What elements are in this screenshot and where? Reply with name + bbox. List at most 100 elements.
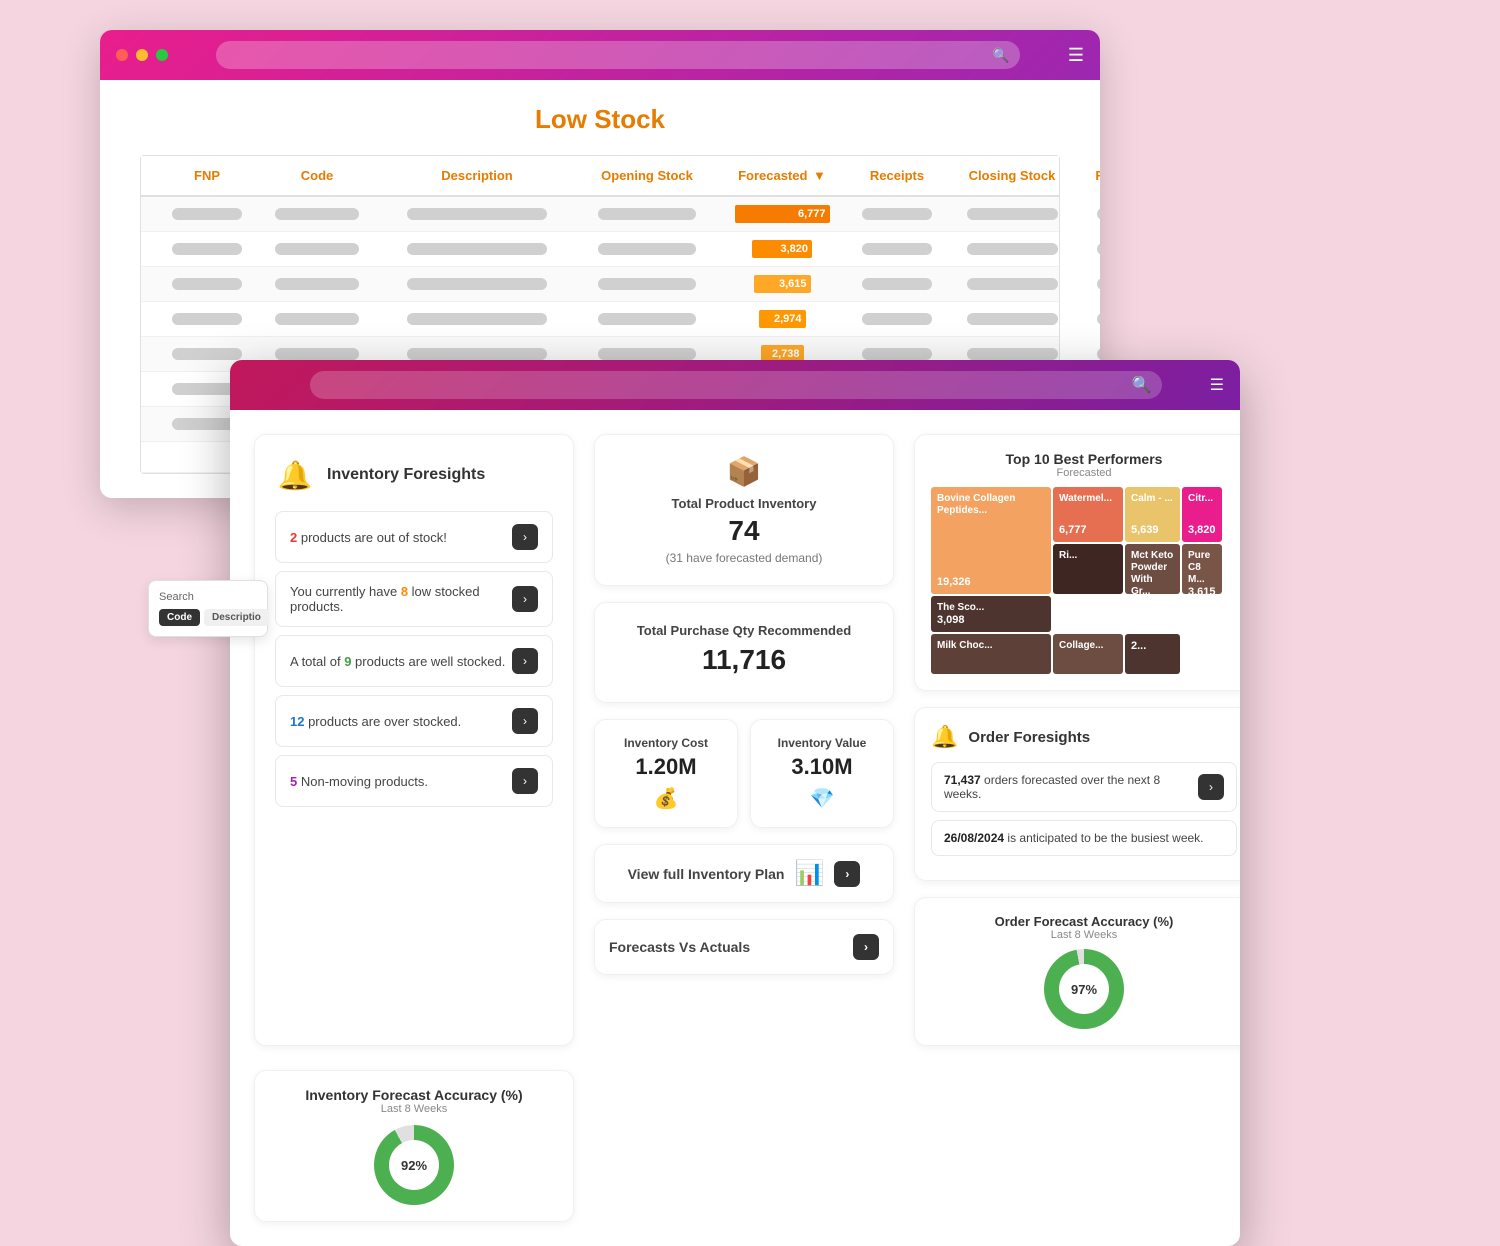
order-foresight-item-2: 26/08/2024 is anticipated to be the busi… <box>931 820 1237 856</box>
order-foresight-item-1[interactable]: 71,437 orders forecasted over the next 8… <box>931 762 1237 812</box>
treemap-label-9: Milk Choc... <box>937 640 1045 652</box>
search-tags: Code Descriptio <box>159 609 257 626</box>
foresight-arrow-2[interactable]: › <box>512 586 538 612</box>
view-inventory-plan-button[interactable]: View full Inventory Plan 📊 › <box>594 844 894 903</box>
menu-icon-front[interactable]: ☰ <box>1210 375 1224 395</box>
order-donut-value: 97% <box>1071 982 1097 997</box>
order-accuracy-title: Order Forecast Accuracy (%) <box>931 914 1237 929</box>
treemap-label-7: The Sco... <box>937 602 1045 614</box>
foresight-item-over-stocked[interactable]: 12 products are over stocked. › <box>275 695 553 747</box>
col-description[interactable]: Description <box>377 168 577 183</box>
tag-description[interactable]: Descriptio <box>204 609 269 626</box>
forecast-accuracy-sub: Last 8 Weeks <box>271 1103 557 1115</box>
cost-value: 1.20M <box>611 754 721 780</box>
inventory-cost-card: Inventory Cost 1.20M 💰 <box>594 719 738 828</box>
foresight-num-2: 8 <box>401 584 408 599</box>
foresight-item-non-moving[interactable]: 5 Non-moving products. › <box>275 755 553 807</box>
view-plan-label: View full Inventory Plan <box>628 866 785 882</box>
dot-red[interactable] <box>116 49 128 61</box>
cost-value-row: Inventory Cost 1.20M 💰 Inventory Value 3… <box>594 719 894 828</box>
treemap-value-extra: 2... <box>1131 640 1174 652</box>
col-forecasted[interactable]: Forecasted ▼ <box>717 168 847 183</box>
dot-yellow[interactable] <box>136 49 148 61</box>
bar-6777: 6,777 <box>735 205 830 223</box>
forecast-donut-value: 92% <box>401 1158 427 1173</box>
col-fnp[interactable]: FNP <box>157 168 257 183</box>
cost-icon: 💰 <box>611 786 721 811</box>
order-forecast-accuracy-card: Order Forecast Accuracy (%) Last 8 Weeks… <box>914 897 1240 1046</box>
value-icon: 💎 <box>767 786 877 811</box>
foresight-text-3: A total of 9 products are well stocked. <box>290 654 505 669</box>
treemap-bottom: Milk Choc... Collage... 2... <box>931 634 1237 674</box>
col-recommended[interactable]: Recommended <box>1077 168 1100 183</box>
order-arrow-1[interactable]: › <box>1198 774 1224 800</box>
bell-icon: 🔔 <box>278 459 313 492</box>
table-row: 3,615 <box>141 267 1059 302</box>
foresight-item-low-stock[interactable]: You currently have 8 low stocked product… <box>275 571 553 627</box>
col-closing-stock[interactable]: Closing Stock <box>947 168 1077 183</box>
bar-2974: 2,974 <box>759 310 806 328</box>
purchase-label: Total Purchase Qty Recommended <box>615 623 873 638</box>
treemap-label-6: Pure C8 M... <box>1188 550 1216 586</box>
order-donut-container: 97% <box>931 949 1237 1029</box>
foresight-num-3: 9 <box>344 654 351 669</box>
bar-3820: 3,820 <box>752 240 812 258</box>
foresight-arrow-4[interactable]: › <box>512 708 538 734</box>
treemap-value-1: 19,326 <box>937 576 1045 588</box>
forecasts-vs-actuals-button[interactable]: Forecasts Vs Actuals › <box>594 919 894 975</box>
foresight-arrow-1[interactable]: › <box>512 524 538 550</box>
treemap-cell-watermel: Watermel... 6,777 <box>1053 487 1123 542</box>
order-bell-icon: 🔔 <box>931 724 958 750</box>
foresights-title: Inventory Foresights <box>327 466 485 484</box>
treemap-value-2: 6,777 <box>1059 524 1117 536</box>
inventory-icon: 📦 <box>615 455 873 488</box>
dot-green[interactable] <box>156 49 168 61</box>
foresight-text-5: 5 Non-moving products. <box>290 774 428 789</box>
middle-col: 📦 Total Product Inventory 74 (31 have fo… <box>594 434 894 1046</box>
view-plan-arrow[interactable]: › <box>834 861 860 887</box>
window-front: 🔍 ☰ 🔔 Inventory Foresights 2 products ar… <box>230 360 1240 1246</box>
foresight-item-well-stocked[interactable]: A total of 9 products are well stocked. … <box>275 635 553 687</box>
order-foresights-header: 🔔 Order Foresights <box>931 724 1237 750</box>
inventory-total-card: 📦 Total Product Inventory 74 (31 have fo… <box>594 434 894 586</box>
forecasts-arrow[interactable]: › <box>853 934 879 960</box>
bar-3615: 3,615 <box>754 275 811 293</box>
foresight-text-1: 2 products are out of stock! <box>290 530 447 545</box>
col-code[interactable]: Code <box>257 168 377 183</box>
treemap-label-10: Collage... <box>1059 640 1117 652</box>
value-label: Inventory Value <box>767 736 877 750</box>
foresight-item-out-of-stock[interactable]: 2 products are out of stock! › <box>275 511 553 563</box>
treemap-cell-calm: Calm - ... 5,639 <box>1125 487 1180 542</box>
search-icon-front: 🔍 <box>1132 375 1152 395</box>
foresights-header: 🔔 Inventory Foresights <box>275 455 553 495</box>
search-bar-back[interactable]: 🔍 <box>216 41 1020 69</box>
table-row: 6,777 <box>141 197 1059 232</box>
col-opening-stock[interactable]: Opening Stock <box>577 168 717 183</box>
top-performers-card: Top 10 Best Performers Forecasted Bovine… <box>914 434 1240 691</box>
table-row: 2,974 <box>141 302 1059 337</box>
treemap-label-4: Citr... <box>1188 493 1216 505</box>
treemap-cell-purec8: Pure C8 M... 3,615 <box>1182 544 1222 594</box>
foresight-arrow-5[interactable]: › <box>512 768 538 794</box>
foresight-arrow-3[interactable]: › <box>512 648 538 674</box>
dashboard-content: 🔔 Inventory Foresights 2 products are ou… <box>230 410 1240 1070</box>
treemap-cell-ri: Ri... <box>1053 544 1123 594</box>
order-item-text-1: 71,437 orders forecasted over the next 8… <box>944 773 1198 801</box>
total-inventory-value: 74 <box>615 515 873 547</box>
forecast-donut-chart: 92% <box>374 1125 454 1205</box>
foresight-num-4: 12 <box>290 714 304 729</box>
cost-label: Inventory Cost <box>611 736 721 750</box>
purchase-value: 11,716 <box>615 644 873 676</box>
inventory-value-card: Inventory Value 3.10M 💎 <box>750 719 894 828</box>
treemap-label-2: Watermel... <box>1059 493 1117 505</box>
top-performers-title: Top 10 Best Performers <box>931 451 1237 467</box>
search-bar-front[interactable]: 🔍 <box>310 371 1162 399</box>
tag-code[interactable]: Code <box>159 609 200 626</box>
treemap-cell-extra: 2... <box>1125 634 1180 674</box>
menu-icon-back[interactable]: ☰ <box>1068 45 1084 66</box>
titlebar-back: 🔍 ☰ <box>100 30 1100 80</box>
bottom-row: Inventory Forecast Accuracy (%) Last 8 W… <box>230 1070 1240 1246</box>
value-value: 3.10M <box>767 754 877 780</box>
col-receipts[interactable]: Receipts <box>847 168 947 183</box>
purchase-qty-card: Total Purchase Qty Recommended 11,716 <box>594 602 894 703</box>
